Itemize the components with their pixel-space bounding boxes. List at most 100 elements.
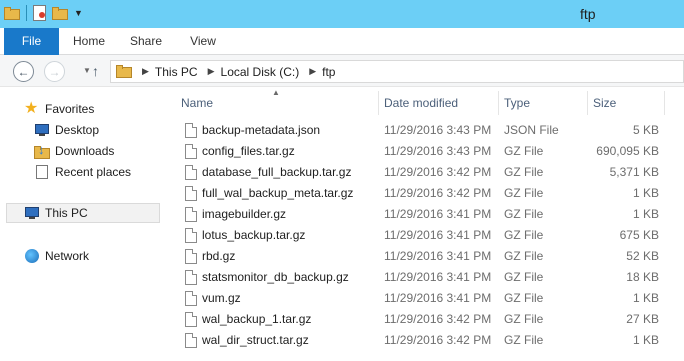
table-row[interactable]: lotus_backup.tar.gz 11/29/2016 3:41 PM GZ … <box>163 225 684 246</box>
table-row[interactable]: imagebuilder.gz 11/29/2016 3:41 PM GZ File… <box>163 204 684 225</box>
column-header-size[interactable]: Size <box>588 91 665 115</box>
sidebar-item-label: Recent places <box>55 165 132 179</box>
recent-locations-dropdown-icon[interactable]: ▼ <box>83 66 91 75</box>
file-icon <box>185 228 197 243</box>
file-size: 27 KB <box>626 312 659 326</box>
file-size: 675 KB <box>619 228 659 242</box>
column-header-name[interactable]: Name <box>176 91 379 115</box>
properties-icon[interactable] <box>33 5 46 21</box>
tab-file[interactable]: File <box>4 28 59 55</box>
file-name: lotus_backup.tar.gz <box>202 228 306 242</box>
file-icon <box>185 270 197 285</box>
file-date-modified: 11/29/2016 3:41 PM <box>384 270 492 284</box>
file-size: 1 KB <box>632 207 659 221</box>
sidebar-item-network[interactable]: Network <box>24 246 89 266</box>
customize-dropdown-icon[interactable]: ▼ <box>74 8 83 18</box>
file-type: GZ File <box>504 207 544 221</box>
file-date-modified: 11/29/2016 3:42 PM <box>384 333 492 347</box>
breadcrumb-chevron-icon[interactable]: ▶ <box>208 66 215 77</box>
file-name: statsmonitor_db_backup.gz <box>202 270 349 284</box>
table-row[interactable]: vum.gz 11/29/2016 3:41 PM GZ File 1 KB <box>163 288 684 309</box>
breadcrumb-chevron-icon[interactable]: ▶ <box>142 66 149 77</box>
file-icon <box>185 207 197 222</box>
sidebar-item-label: This PC <box>45 206 88 220</box>
file-size: 1 KB <box>632 291 659 305</box>
file-name: database_full_backup.tar.gz <box>202 165 352 179</box>
file-type: GZ File <box>504 270 544 284</box>
file-size: 52 KB <box>626 249 659 263</box>
file-date-modified: 11/29/2016 3:41 PM <box>384 207 492 221</box>
sidebar-item-label: Favorites <box>45 102 95 116</box>
ribbon: File Home Share View <box>0 28 684 55</box>
table-row[interactable]: statsmonitor_db_backup.gz 11/29/2016 3:41… <box>163 267 684 288</box>
sidebar-item-label: Network <box>45 249 90 263</box>
file-type: JSON File <box>504 123 559 137</box>
window-title: ftp <box>580 6 596 22</box>
file-date-modified: 11/29/2016 3:42 PM <box>384 312 492 326</box>
folder-icon[interactable] <box>4 6 20 20</box>
file-size: 1 KB <box>632 333 659 347</box>
file-icon <box>185 291 197 306</box>
tab-home[interactable]: Home <box>64 28 114 55</box>
table-row[interactable]: wal_dir_struct.tar.gz 11/29/2016 3:42 PM G… <box>163 330 684 351</box>
sidebar-item-recent-places[interactable]: Recent places <box>34 162 131 182</box>
file-date-modified: 11/29/2016 3:41 PM <box>384 291 492 305</box>
file-date-modified: 11/29/2016 3:41 PM <box>384 228 492 242</box>
file-size: 5,371 KB <box>609 165 659 179</box>
file-name: wal_dir_struct.tar.gz <box>202 333 309 347</box>
breadcrumb-chevron-icon[interactable]: ▶ <box>309 66 316 77</box>
tab-share[interactable]: Share <box>121 28 171 55</box>
up-arrow-icon[interactable]: ↑ <box>92 63 99 79</box>
address-bar[interactable]: ▶ This PC ▶ Local Disk (C:) ▶ ftp <box>110 60 684 83</box>
breadcrumb-this-pc[interactable]: This PC <box>155 65 198 79</box>
table-row[interactable]: database_full_backup.tar.gz 11/29/2016 3:… <box>163 162 684 183</box>
file-type: GZ File <box>504 228 544 242</box>
new-folder-icon[interactable] <box>52 6 68 20</box>
address-folder-icon <box>116 65 132 78</box>
table-row[interactable]: wal_backup_1.tar.gz 11/29/2016 3:42 PM GZ … <box>163 309 684 330</box>
file-size: 1 KB <box>632 186 659 200</box>
file-size: 5 KB <box>632 123 659 137</box>
file-icon <box>185 333 197 348</box>
navigation-bar: ← → ▼ ↑ ▶ This PC ▶ Local Disk (C:) ▶ ft… <box>0 55 684 87</box>
file-icon <box>185 165 197 180</box>
computer-icon <box>24 205 40 221</box>
table-row[interactable]: rbd.gz 11/29/2016 3:41 PM GZ File 52 KB <box>163 246 684 267</box>
file-list: ▲ Name Date modified Type Size backup-me… <box>163 88 684 361</box>
file-icon <box>185 312 197 327</box>
toolbar-divider <box>26 5 27 21</box>
file-icon <box>185 144 197 159</box>
file-type: GZ File <box>504 249 544 263</box>
table-row[interactable]: full_wal_backup_meta.tar.gz 11/29/2016 3:… <box>163 183 684 204</box>
file-date-modified: 11/29/2016 3:42 PM <box>384 186 492 200</box>
file-name: vum.gz <box>202 291 241 305</box>
column-header-type[interactable]: Type <box>499 91 588 115</box>
table-row[interactable]: backup-metadata.json 11/29/2016 3:43 PM JS… <box>163 120 684 141</box>
file-type: GZ File <box>504 312 544 326</box>
desktop-icon <box>34 122 50 138</box>
file-name: config_files.tar.gz <box>202 144 295 158</box>
table-row[interactable]: config_files.tar.gz 11/29/2016 3:43 PM GZ … <box>163 141 684 162</box>
sidebar-item-desktop[interactable]: Desktop <box>34 120 99 140</box>
sidebar-item-favorites[interactable]: ★ Favorites <box>24 99 94 119</box>
file-name: backup-metadata.json <box>202 123 321 137</box>
navigation-pane: ★ Favorites Desktop ↓ Downloads Recent p… <box>0 88 162 361</box>
forward-arrow-icon: → <box>48 64 61 79</box>
file-date-modified: 11/29/2016 3:41 PM <box>384 249 492 263</box>
column-header-date-modified[interactable]: Date modified <box>379 91 499 115</box>
file-name: rbd.gz <box>202 249 236 263</box>
sidebar-item-label: Downloads <box>55 144 115 158</box>
sidebar-item-downloads[interactable]: ↓ Downloads <box>34 141 114 161</box>
file-icon <box>185 123 197 138</box>
breadcrumb-local-disk[interactable]: Local Disk (C:) <box>221 65 300 79</box>
file-type: GZ File <box>504 333 544 347</box>
back-button[interactable]: ← <box>13 61 34 82</box>
file-date-modified: 11/29/2016 3:42 PM <box>384 165 492 179</box>
breadcrumb-ftp[interactable]: ftp <box>322 65 335 79</box>
forward-button[interactable]: → <box>44 61 65 82</box>
file-size: 18 KB <box>626 270 659 284</box>
quick-access-toolbar: ▼ <box>4 5 83 21</box>
tab-view[interactable]: View <box>178 28 228 55</box>
file-type: GZ File <box>504 186 544 200</box>
sidebar-item-this-pc[interactable]: This PC <box>6 203 160 223</box>
